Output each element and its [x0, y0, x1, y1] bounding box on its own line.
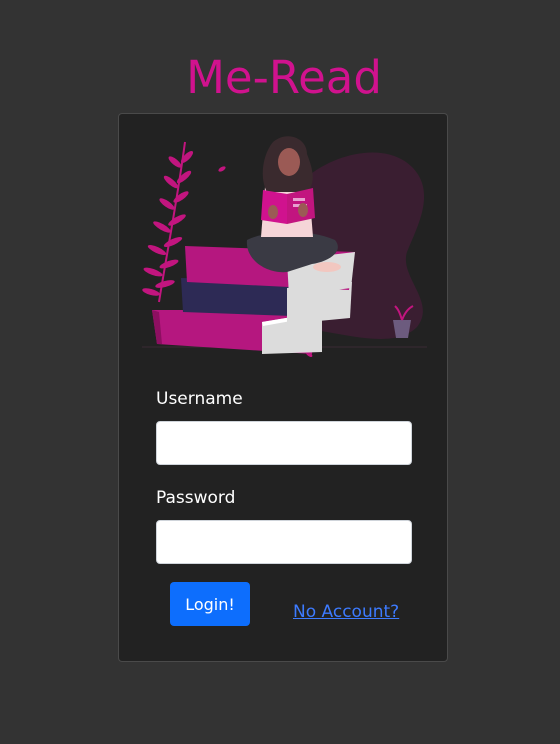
username-input[interactable]	[156, 421, 412, 465]
reading-illustration-svg	[142, 136, 427, 357]
no-account-link[interactable]: No Account?	[293, 602, 399, 622]
login-button[interactable]: Login!	[170, 582, 250, 626]
reading-illustration	[137, 132, 437, 367]
app-title: Me-Read	[186, 51, 382, 104]
login-card: Username Password Login! No Account?	[118, 113, 448, 662]
username-label: Username	[156, 389, 243, 409]
password-label: Password	[156, 488, 236, 508]
login-page: Me-Read Username Password Login! No Acco…	[0, 0, 560, 744]
password-input[interactable]	[156, 520, 412, 564]
